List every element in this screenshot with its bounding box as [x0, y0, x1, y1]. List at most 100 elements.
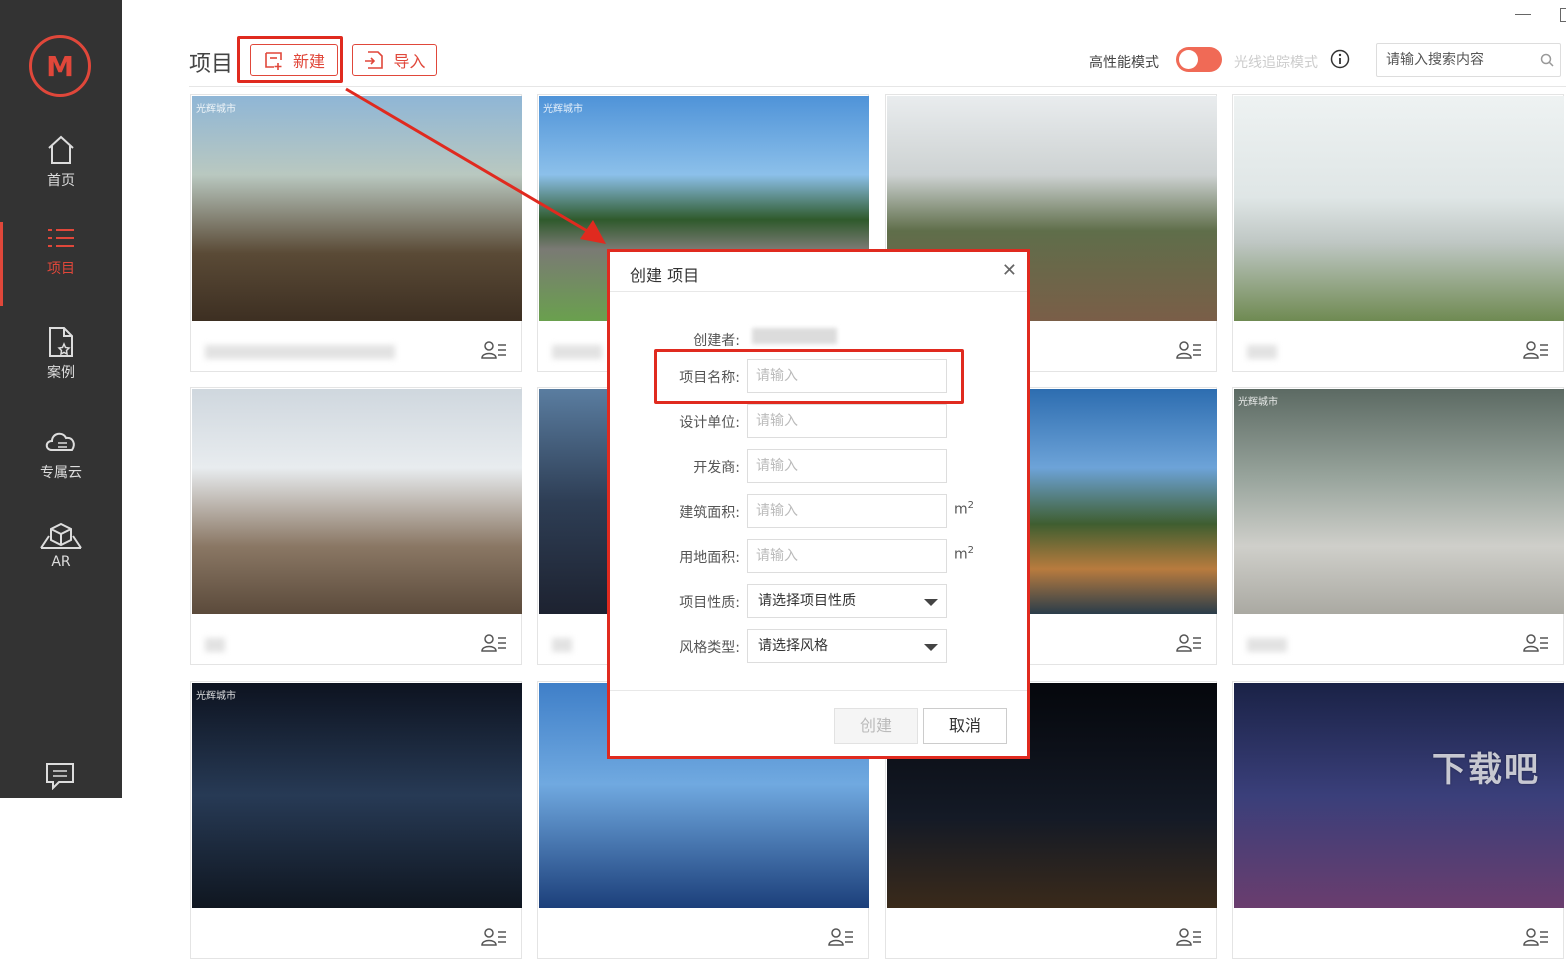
sidebar-item-label: 案例: [47, 365, 75, 381]
user-card-icon[interactable]: [1523, 633, 1549, 653]
developer-label: 开发商:: [693, 460, 740, 476]
close-icon[interactable]: ✕: [1002, 262, 1017, 280]
highlight-name-field: [654, 349, 964, 404]
home-icon: [48, 135, 74, 164]
project-card[interactable]: 光辉城市: [190, 94, 522, 372]
thumbnail-watermark: 光辉城市: [543, 104, 583, 115]
sidebar-item-ar[interactable]: AR: [0, 522, 122, 606]
highlight-new: [237, 36, 343, 83]
project-name-redacted: [205, 345, 395, 359]
app-logo: M: [29, 35, 91, 97]
project-thumbnail[interactable]: 光辉城市: [192, 96, 522, 321]
creator-label: 创建者:: [693, 333, 740, 349]
user-card-icon[interactable]: [1523, 927, 1549, 947]
project-name-redacted: [205, 638, 225, 652]
dialog-header: 创建 项目 ✕: [610, 252, 1027, 292]
project-card[interactable]: [190, 387, 522, 665]
thumbnail-watermark: 光辉城市: [196, 104, 236, 115]
project-thumbnail[interactable]: [1234, 96, 1564, 321]
design-unit-input[interactable]: [747, 404, 947, 438]
project-card[interactable]: [1232, 681, 1564, 959]
project-thumbnail[interactable]: [1234, 683, 1564, 908]
header-divider: [189, 86, 1566, 87]
sidebar-item-label: 首页: [47, 173, 75, 189]
land-area-input[interactable]: [747, 539, 947, 573]
page-title: 项目: [189, 52, 234, 77]
perf-mode-toggle[interactable]: [1176, 47, 1222, 72]
dialog-title: 创建 项目: [630, 266, 700, 285]
user-card-icon[interactable]: [1176, 927, 1202, 947]
cloud-icon: [45, 432, 75, 451]
project-name-redacted: [552, 638, 572, 652]
project-thumbnail[interactable]: 光辉城市: [192, 683, 522, 908]
project-name-redacted: [1247, 638, 1287, 652]
search-input[interactable]: [1377, 44, 1527, 76]
doc-star-icon: [49, 327, 73, 357]
thumbnail-watermark: 光辉城市: [1238, 397, 1278, 408]
style-label: 风格类型:: [679, 640, 740, 656]
ray-mode-label: 光线追踪模式: [1234, 55, 1318, 71]
user-card-icon[interactable]: [1176, 633, 1202, 653]
select-value: 请选择项目性质: [758, 593, 856, 609]
user-card-icon[interactable]: [481, 340, 507, 360]
sidebar-item-label: 项目: [47, 261, 75, 277]
chevron-down-icon: [924, 599, 938, 606]
cube-icon: [40, 522, 82, 549]
sidebar-item-projects[interactable]: 项目: [0, 222, 122, 306]
sidebar-item-label: 专属云: [40, 465, 82, 481]
user-card-icon[interactable]: [828, 927, 854, 947]
land-area-label: 用地面积:: [679, 550, 740, 566]
project-card[interactable]: 光辉城市: [190, 681, 522, 959]
creator-value-redacted: [752, 328, 837, 344]
project-name-redacted: [1247, 345, 1277, 359]
select-value: 请选择风格: [758, 638, 828, 654]
message-icon[interactable]: [45, 762, 75, 790]
user-card-icon[interactable]: [481, 927, 507, 947]
project-name-redacted: [552, 345, 602, 359]
design-unit-row: 设计单位:: [610, 404, 1027, 438]
toggle-knob: [1179, 50, 1198, 69]
building-area-input[interactable]: [747, 494, 947, 528]
developer-row: 开发商:: [610, 449, 1027, 483]
info-icon[interactable]: [1330, 49, 1350, 69]
maximize-button[interactable]: [1560, 8, 1566, 22]
sidebar-item-cloud[interactable]: 专属云: [0, 426, 122, 510]
sidebar-item-label: AR: [51, 554, 71, 570]
developer-input[interactable]: [747, 449, 947, 483]
style-type-select[interactable]: 请选择风格: [747, 629, 947, 663]
import-icon: [365, 51, 384, 69]
area-unit: m2: [954, 545, 975, 563]
list-icon: [48, 229, 74, 247]
building-area-row: 建筑面积: m2: [610, 494, 1027, 528]
site-watermark: 下载吧: [1432, 750, 1540, 790]
sidebar: M 首页 项目 案例 专属云 AR: [0, 0, 122, 798]
building-area-label: 建筑面积:: [679, 505, 740, 521]
import-button-label: 导入: [393, 52, 426, 71]
project-card[interactable]: 光辉城市: [1232, 387, 1564, 665]
sidebar-item-cases[interactable]: 案例: [0, 326, 122, 410]
area-unit: m2: [954, 500, 975, 518]
create-project-dialog: 创建 项目 ✕ 创建者: 项目名称: 设计单位: 开发商: 建筑面积: m2 用…: [607, 249, 1030, 759]
sidebar-item-home[interactable]: 首页: [0, 134, 122, 218]
user-card-icon[interactable]: [1176, 340, 1202, 360]
search-box: [1376, 43, 1561, 77]
chevron-down-icon: [924, 644, 938, 651]
style-row: 风格类型: 请选择风格: [610, 629, 1027, 663]
import-button[interactable]: 导入: [352, 44, 437, 76]
user-card-icon[interactable]: [481, 633, 507, 653]
nature-label: 项目性质:: [679, 595, 740, 611]
design-unit-label: 设计单位:: [679, 415, 740, 431]
cancel-button[interactable]: 取消: [923, 708, 1007, 744]
project-nature-select[interactable]: 请选择项目性质: [747, 584, 947, 618]
project-thumbnail[interactable]: [192, 389, 522, 614]
user-card-icon[interactable]: [1523, 340, 1549, 360]
project-thumbnail[interactable]: 光辉城市: [1234, 389, 1564, 614]
minimize-button[interactable]: [1515, 14, 1531, 15]
project-card[interactable]: [1232, 94, 1564, 372]
dialog-footer-divider: [610, 690, 1027, 691]
create-button[interactable]: 创建: [834, 708, 918, 744]
nature-row: 项目性质: 请选择项目性质: [610, 584, 1027, 618]
perf-mode-label: 高性能模式: [1089, 55, 1159, 71]
land-area-row: 用地面积: m2: [610, 539, 1027, 573]
search-icon[interactable]: [1540, 53, 1554, 67]
